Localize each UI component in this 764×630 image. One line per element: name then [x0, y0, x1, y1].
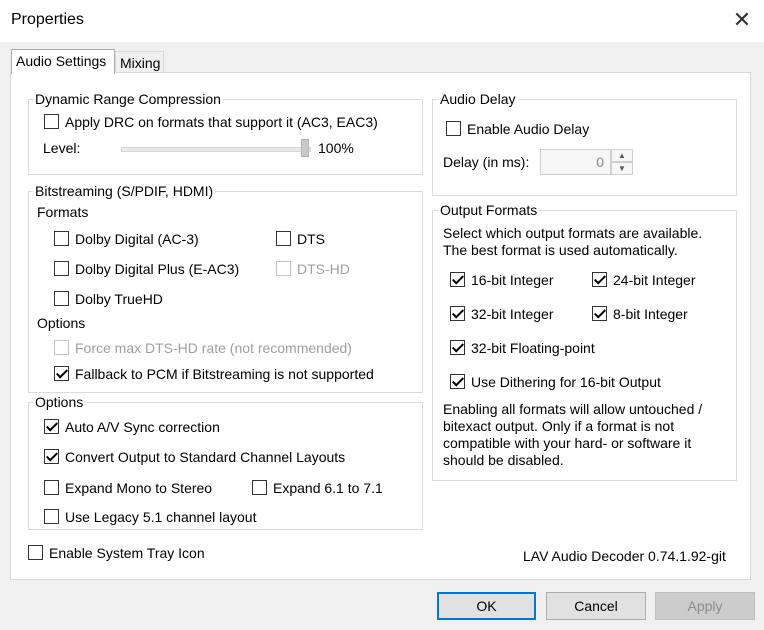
audio-delay-group: [432, 99, 737, 196]
output-formats-note-1: Enabling all formats will allow untouche…: [443, 401, 703, 417]
output-formats-note-3: compatible with your hard- or software i…: [443, 435, 692, 451]
output-formats-description-1: Select which output formats are availabl…: [443, 225, 703, 241]
format-16bit-label: 16-bit Integer: [471, 272, 554, 288]
format-ac3-checkbox[interactable]: [54, 231, 69, 246]
output-formats-group-title: Output Formats: [438, 201, 540, 219]
format-eac3-checkbox[interactable]: [54, 261, 69, 276]
output-formats-description-2: The best format is used automatically.: [443, 242, 678, 258]
format-truehd-label: Dolby TrueHD: [75, 291, 163, 307]
expand-mono-checkbox[interactable]: [44, 480, 59, 495]
format-8bit-checkbox[interactable]: [592, 306, 607, 321]
output-formats-note-2: bitexact output. Only if a format is not: [443, 418, 675, 434]
format-24bit-label: 24-bit Integer: [613, 272, 696, 288]
cancel-button[interactable]: Cancel: [546, 592, 646, 620]
audio-delay-group-title: Audio Delay: [438, 90, 518, 108]
enable-audio-delay-checkbox[interactable]: [446, 121, 461, 136]
format-8bit-label: 8-bit Integer: [613, 306, 688, 322]
av-sync-checkbox[interactable]: [44, 419, 59, 434]
legacy-51-checkbox[interactable]: [44, 509, 59, 524]
expand-61-checkbox[interactable]: [252, 480, 267, 495]
legacy-51-label: Use Legacy 5.1 channel layout: [65, 509, 257, 525]
drc-level-slider-thumb[interactable]: [301, 139, 309, 157]
apply-button[interactable]: Apply: [655, 592, 755, 620]
format-truehd-checkbox[interactable]: [54, 291, 69, 306]
version-label: LAV Audio Decoder 0.74.1.92-git: [523, 548, 726, 564]
tab-mixing[interactable]: Mixing: [115, 51, 164, 74]
system-tray-label: Enable System Tray Icon: [49, 545, 205, 561]
format-16bit-checkbox[interactable]: [450, 272, 465, 287]
drc-level-value: 100%: [318, 140, 354, 156]
format-dtshd-label: DTS-HD: [297, 261, 350, 277]
formats-subheading: Formats: [37, 204, 89, 220]
output-formats-note-4: should be disabled.: [443, 452, 564, 468]
expand-61-label: Expand 6.1 to 7.1: [273, 480, 383, 496]
delay-up-arrow-icon[interactable]: ▲: [611, 149, 633, 162]
convert-layouts-checkbox[interactable]: [44, 449, 59, 464]
dithering-checkbox[interactable]: [450, 374, 465, 389]
format-dts-checkbox[interactable]: [276, 231, 291, 246]
format-dtshd-checkbox[interactable]: [276, 261, 291, 276]
tab-audio-settings[interactable]: Audio Settings: [11, 49, 115, 74]
force-dtshd-rate-label: Force max DTS-HD rate (not recommended): [75, 340, 352, 356]
format-dts-label: DTS: [297, 231, 325, 247]
format-32bit-label: 32-bit Integer: [471, 306, 554, 322]
title-bar: [0, 0, 764, 42]
drc-group: [28, 99, 423, 175]
convert-layouts-label: Convert Output to Standard Channel Layou…: [65, 449, 346, 465]
window-title: Properties: [11, 11, 84, 28]
enable-audio-delay-label: Enable Audio Delay: [467, 121, 590, 137]
bitstreaming-options-subheading: Options: [37, 315, 86, 331]
expand-mono-label: Expand Mono to Stereo: [65, 480, 213, 496]
delay-ms-label: Delay (in ms):: [443, 154, 530, 170]
dithering-label: Use Dithering for 16-bit Output: [471, 374, 661, 390]
delay-down-arrow-icon[interactable]: ▼: [611, 162, 633, 175]
options-group-title: Options: [33, 393, 86, 411]
delay-ms-input[interactable]: 0: [540, 149, 611, 175]
system-tray-checkbox[interactable]: [28, 545, 43, 560]
force-dtshd-rate-checkbox[interactable]: [54, 340, 69, 355]
format-32bit-checkbox[interactable]: [450, 306, 465, 321]
ok-button[interactable]: OK: [437, 592, 536, 620]
format-24bit-checkbox[interactable]: [592, 272, 607, 287]
close-icon[interactable]: ✕: [730, 6, 754, 34]
drc-level-slider-track[interactable]: [121, 147, 311, 152]
format-32float-checkbox[interactable]: [450, 340, 465, 355]
fallback-pcm-label: Fallback to PCM if Bitstreaming is not s…: [75, 366, 374, 382]
drc-apply-label: Apply DRC on formats that support it (AC…: [65, 114, 378, 130]
drc-apply-checkbox[interactable]: [44, 114, 59, 129]
drc-level-label: Level:: [43, 140, 81, 156]
fallback-pcm-checkbox[interactable]: [54, 366, 69, 381]
format-ac3-label: Dolby Digital (AC-3): [75, 231, 199, 247]
bitstreaming-group-title: Bitstreaming (S/PDIF, HDMI): [33, 182, 216, 200]
format-eac3-label: Dolby Digital Plus (E-AC3): [75, 261, 240, 277]
av-sync-label: Auto A/V Sync correction: [65, 419, 220, 435]
format-32float-label: 32-bit Floating-point: [471, 340, 595, 356]
drc-group-title: Dynamic Range Compression: [33, 90, 223, 108]
